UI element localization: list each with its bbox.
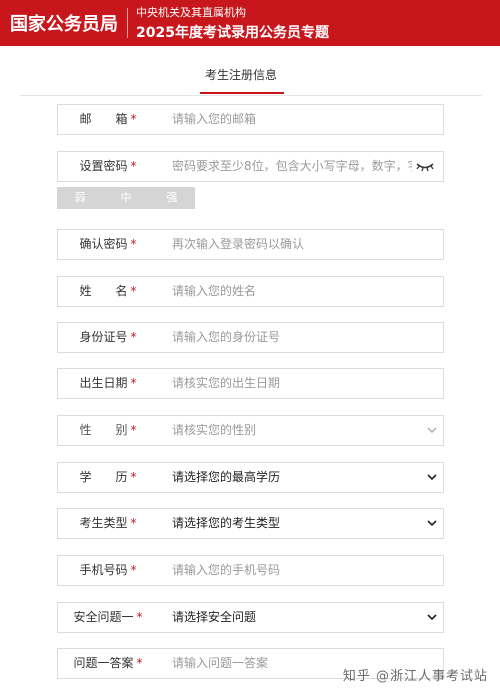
education-select[interactable]: 学 历 * 请选择您的最高学历 [57, 462, 444, 493]
eye-closed-icon[interactable] [415, 161, 435, 173]
required-mark: * [130, 423, 137, 437]
security-question-select[interactable]: 安全问题一 * 请选择安全问题 [57, 602, 444, 633]
strength-strong: 强 [166, 191, 178, 204]
id-number-field[interactable]: 身份证号 * 请输入您的身份证号 [57, 322, 444, 353]
required-mark: * [130, 376, 137, 390]
birth-date-placeholder: 请核实您的出生日期 [172, 376, 281, 390]
education-value: 请选择您的最高学历 [172, 470, 281, 484]
chevron-down-icon [427, 427, 437, 434]
chevron-down-icon [427, 614, 437, 621]
confirm-password-placeholder: 再次输入登录密码以确认 [172, 237, 305, 251]
required-mark: * [130, 330, 137, 344]
id-number-placeholder: 请输入您的身份证号 [172, 330, 281, 344]
name-label: 姓 名 * [79, 284, 137, 298]
header-subtitle: 中央机关及其直属机构 [136, 6, 246, 19]
chevron-down-icon [427, 474, 437, 481]
name-placeholder: 请输入您的姓名 [172, 284, 257, 298]
security-answer-label: 问题一答案 * [73, 656, 143, 670]
candidate-type-value: 请选择您的考生类型 [172, 516, 281, 530]
birth-date-label: 出生日期 * [79, 376, 137, 390]
password-placeholder: 密码要求至少8位，包含大小写字母，数字，字符 [172, 159, 412, 173]
id-number-label: 身份证号 * [79, 330, 137, 344]
email-placeholder: 请输入您的邮箱 [172, 112, 257, 126]
confirm-password-field[interactable]: 确认密码 * 再次输入登录密码以确认 [57, 229, 444, 260]
education-label: 学 历 * [79, 470, 137, 484]
watermark: 知乎 @浙江人事考试站 [342, 669, 488, 684]
name-field[interactable]: 姓 名 * 请输入您的姓名 [57, 276, 444, 307]
chevron-down-icon [427, 520, 437, 527]
strength-medium: 中 [120, 191, 132, 204]
required-mark: * [130, 159, 137, 173]
tab-active-indicator [200, 92, 284, 94]
phone-label: 手机号码 * [79, 563, 137, 577]
password-label: 设置密码 * [79, 159, 137, 173]
tab-registration-info[interactable]: 考生注册信息 [196, 66, 286, 83]
required-mark: * [130, 470, 137, 484]
gender-placeholder: 请核实您的性别 [172, 423, 257, 437]
tab-divider [20, 95, 482, 96]
required-mark: * [136, 656, 143, 670]
email-field[interactable]: 邮 箱 * 请输入您的邮箱 [57, 104, 444, 135]
required-mark: * [130, 112, 137, 126]
header-separator [127, 8, 128, 38]
security-question-value: 请选择安全问题 [172, 610, 257, 624]
birth-date-field[interactable]: 出生日期 * 请核实您的出生日期 [57, 368, 444, 399]
required-mark: * [130, 516, 137, 530]
password-strength-meter: 弱 中 强 [57, 187, 195, 209]
candidate-type-label: 考生类型 * [79, 516, 137, 530]
phone-field[interactable]: 手机号码 * 请输入您的手机号码 [57, 555, 444, 586]
phone-placeholder: 请输入您的手机号码 [172, 563, 281, 577]
candidate-type-select[interactable]: 考生类型 * 请选择您的考生类型 [57, 508, 444, 539]
password-field[interactable]: 设置密码 * 密码要求至少8位，包含大小写字母，数字，字符 [57, 151, 444, 182]
strength-weak: 弱 [74, 191, 86, 204]
gender-select[interactable]: 性 别 * 请核实您的性别 [57, 415, 444, 446]
security-question-label: 安全问题一 * [73, 610, 143, 624]
required-mark: * [130, 284, 137, 298]
required-mark: * [130, 237, 137, 251]
confirm-password-label: 确认密码 * [79, 237, 137, 251]
email-label: 邮 箱 * [79, 112, 137, 126]
site-header: 国家公务员局 中央机关及其直属机构 2025年度考试录用公务员专题 [0, 0, 500, 46]
site-logo[interactable]: 国家公务员局 [10, 10, 118, 36]
header-title: 2025年度考试录用公务员专题 [136, 25, 329, 41]
required-mark: * [130, 563, 137, 577]
gender-label: 性 别 * [79, 423, 137, 437]
required-mark: * [136, 610, 143, 624]
